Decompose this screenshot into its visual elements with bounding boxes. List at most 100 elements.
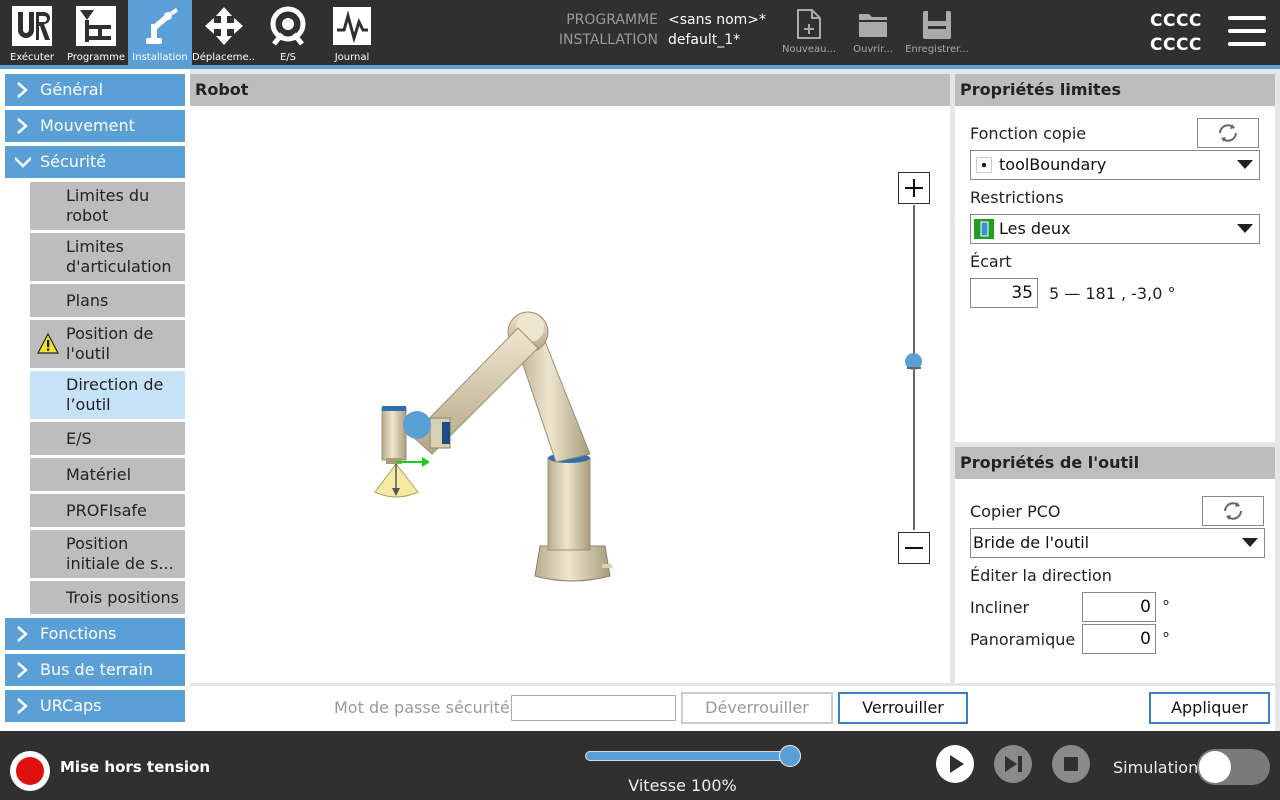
sidebar-item-three-positions[interactable]: Trois positions [30,581,185,614]
limit-properties-panel: Propriétés limites Fonction copie toolBo… [955,74,1275,442]
zoom-out-button[interactable] [898,532,930,564]
program-tree-icon [76,6,116,46]
nav-program-label: Programme [66,52,126,63]
installation-sidebar: Général Mouvement Sécurité Limites du ro… [0,69,190,731]
chevron-right-icon [17,118,28,134]
new-file-icon [797,9,821,39]
new-file-button[interactable]: Nouveau... [774,0,844,65]
copy-tcp-dropdown[interactable]: Bride de l'outil [970,528,1265,558]
play-button[interactable] [936,745,974,783]
copy-tcp-refresh-button[interactable] [1202,496,1264,526]
tool-properties-title: Propriétés de l'outil [955,447,1275,479]
sidebar-category-general[interactable]: Général [5,74,185,106]
sidebar-category-movement[interactable]: Mouvement [5,110,185,142]
sidebar-item-joint-limits[interactable]: Limites d'articulation [30,233,185,281]
chevron-down-icon [1242,538,1258,547]
sidebar-category-label: URCaps [40,696,102,715]
apply-button[interactable]: Appliquer [1149,692,1270,724]
top-bar: Exécuter Programme Installation Déplacem… [0,0,1280,65]
deviation-label: Écart [970,252,1012,271]
robot-3d-viewport[interactable] [190,106,950,683]
sidebar-category-label: Fonctions [40,624,117,643]
sidebar-item-label: Position de l'outil [66,324,154,363]
sidebar-item-io[interactable]: E/S [30,422,185,455]
sidebar-item-planes[interactable]: Plans [30,284,185,317]
zoom-in-button[interactable] [898,172,930,204]
folder-icon [859,14,887,37]
open-file-button[interactable]: Ouvrir... [838,0,908,65]
copy-feature-refresh-button[interactable] [1197,118,1259,148]
lock-button[interactable]: Verrouiller [838,692,968,724]
sidebar-category-fieldbus[interactable]: Bus de terrain [5,654,185,686]
speed-slider-knob[interactable] [779,745,801,767]
copy-feature-label: Fonction copie [970,124,1087,143]
unlock-button[interactable]: Déverrouiller [681,692,833,724]
robot-arm-icon [146,8,178,44]
sidebar-item-robot-limits[interactable]: Limites du robot [30,182,185,230]
play-icon [950,755,964,773]
nav-log-label: Journal [334,52,370,63]
sidebar-category-security[interactable]: Sécurité [5,146,185,178]
simulation-toggle-knob[interactable] [1199,751,1231,783]
tool-center-point-marker[interactable] [403,411,431,439]
speed-label: Vitesse 100% [628,776,737,795]
power-off-button[interactable] [10,751,50,791]
sidebar-item-hardware[interactable]: Matériel [30,458,185,491]
program-label: PROGRAMME [566,12,658,28]
sidebar-category-label: Général [40,80,104,99]
top-bar-accent [0,65,1280,69]
pan-label: Panoramique [970,630,1076,649]
nav-installation-button[interactable]: Installation [128,0,192,65]
chevron-right-icon [17,82,28,98]
nav-io-button[interactable]: E/S [256,0,320,65]
footer-bar: Mise hors tension Vitesse 100% Simulatio… [0,731,1280,800]
power-off-label: Mise hors tension [60,758,210,776]
log-chart-icon [333,7,371,45]
sidebar-item-label: Trois positions [66,587,180,607]
nav-run-button[interactable]: Exécuter [0,0,64,65]
restrictions-dropdown[interactable]: Les deux [970,214,1260,244]
stop-button[interactable] [1052,745,1090,783]
sidebar-item-profisafe[interactable]: PROFIsafe [30,494,185,527]
step-button[interactable] [994,745,1032,783]
simulation-label: Simulation [1113,758,1199,777]
restriction-mode-icon [974,219,994,239]
copy-tcp-value: Bride de l'outil [973,533,1090,552]
tilt-input[interactable]: 0 [1082,592,1156,622]
minus-icon [905,547,923,549]
warning-icon [37,333,59,354]
sidebar-item-tool-position[interactable]: Position de l'outil [30,320,185,368]
chevron-right-icon [17,662,28,678]
nav-run-label: Exécuter [9,52,55,63]
robot-view-title: Robot [190,74,950,106]
safety-password-input[interactable] [511,695,676,721]
save-file-button[interactable]: Enregistrer... [902,0,972,65]
tool-properties-panel: Propriétés de l'outil Copier PCO Bride d… [955,447,1275,683]
zoom-slider-tick [907,367,921,369]
nav-installation-label: Installation [132,52,188,63]
sidebar-category-features[interactable]: Fonctions [5,618,185,650]
hamburger-menu-icon[interactable] [1228,14,1266,48]
sidebar-category-label: Bus de terrain [40,660,154,679]
pan-input[interactable]: 0 [1082,624,1156,654]
deviation-input[interactable]: 35 [970,278,1038,308]
save-icon [923,11,951,39]
tilt-unit: ° [1162,597,1170,616]
step-forward-icon [1005,756,1022,772]
copy-feature-dropdown[interactable]: toolBoundary [970,150,1260,180]
nav-log-button[interactable]: Journal [320,0,384,65]
sidebar-category-urcaps[interactable]: URCaps [5,690,185,722]
nav-program-button[interactable]: Programme [64,0,128,65]
safety-action-row: Mot de passe sécurité Déverrouiller Verr… [190,686,1275,731]
sidebar-item-label: Matériel [66,464,132,484]
plus-icon [905,179,923,197]
sidebar-item-tool-direction[interactable]: Direction de l’outil [30,371,185,419]
nav-move-button[interactable]: Déplaceme... [192,0,256,65]
edit-direction-label: Éditer la direction [970,566,1112,585]
speed-slider-track[interactable] [585,751,793,761]
installation-name: default_1* [668,32,741,48]
new-file-label: Nouveau... [781,44,836,55]
sidebar-item-safe-home[interactable]: Position initiale de s... [30,530,185,578]
sidebar-category-label: Mouvement [40,116,135,135]
point-feature-icon [976,157,992,173]
